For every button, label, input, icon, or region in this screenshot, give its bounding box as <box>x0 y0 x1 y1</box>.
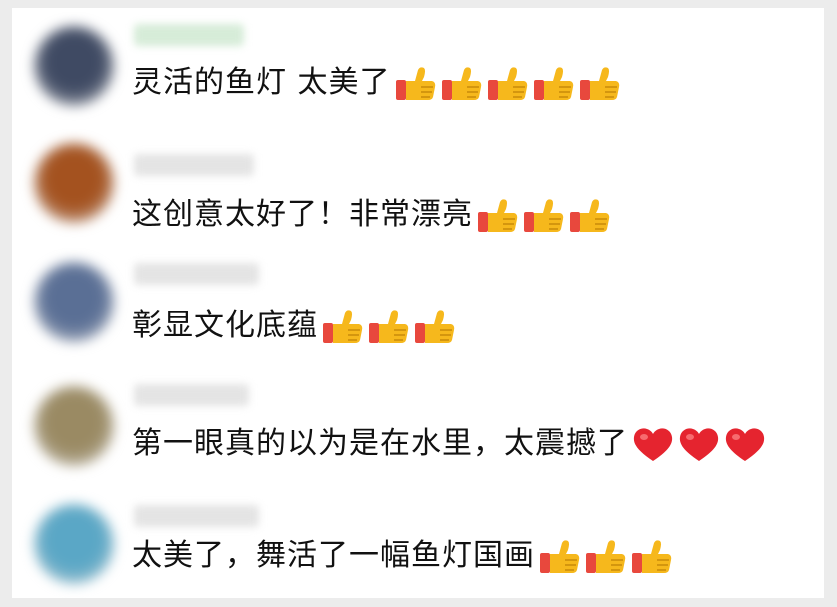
reactions <box>628 426 766 461</box>
username-blurred <box>134 384 249 406</box>
reactions <box>318 308 456 343</box>
reactions <box>391 65 621 100</box>
comment-text: 太美了，舞活了一幅鱼灯国画 <box>132 538 535 573</box>
thumbs-up-icon <box>523 198 565 234</box>
comment-text: 灵活的鱼灯 太美了 <box>132 65 391 100</box>
comment-content: 灵活的鱼灯 太美了 <box>132 63 621 103</box>
avatar[interactable] <box>34 262 114 342</box>
comment-text: 这创意太好了！非常漂亮 <box>132 197 473 232</box>
username-blurred <box>134 263 259 285</box>
comment-text: 彰显文化底蕴 <box>132 308 318 343</box>
avatar[interactable] <box>34 386 114 466</box>
username-blurred <box>134 154 254 176</box>
thumbs-up-icon <box>533 66 575 102</box>
avatar[interactable] <box>34 143 114 223</box>
comment-content: 第一眼真的以为是在水里，太震撼了 <box>132 424 766 464</box>
username-blurred <box>134 24 244 46</box>
thumbs-up-icon <box>579 66 621 102</box>
avatar[interactable] <box>34 26 114 106</box>
red-heart-icon <box>678 427 720 463</box>
comment-text: 第一眼真的以为是在水里，太震撼了 <box>132 426 628 461</box>
username-blurred <box>134 505 259 527</box>
red-heart-icon <box>632 427 674 463</box>
reactions <box>473 197 611 232</box>
comments-card: 灵活的鱼灯 太美了 这创意太好了！非常漂亮 彰显文化底蕴 第一眼真的以为是在水里… <box>12 8 824 598</box>
comment-content: 太美了，舞活了一幅鱼灯国画 <box>132 536 673 576</box>
thumbs-up-icon <box>477 198 519 234</box>
thumbs-up-icon <box>441 66 483 102</box>
comment-content: 彰显文化底蕴 <box>132 306 456 346</box>
thumbs-up-icon <box>631 539 673 575</box>
comment-content: 这创意太好了！非常漂亮 <box>132 195 611 235</box>
thumbs-up-icon <box>539 539 581 575</box>
thumbs-up-icon <box>487 66 529 102</box>
reactions <box>535 538 673 573</box>
thumbs-up-icon <box>585 539 627 575</box>
thumbs-up-icon <box>569 198 611 234</box>
thumbs-up-icon <box>395 66 437 102</box>
thumbs-up-icon <box>322 309 364 345</box>
thumbs-up-icon <box>414 309 456 345</box>
thumbs-up-icon <box>368 309 410 345</box>
red-heart-icon <box>724 427 766 463</box>
avatar[interactable] <box>34 504 114 584</box>
